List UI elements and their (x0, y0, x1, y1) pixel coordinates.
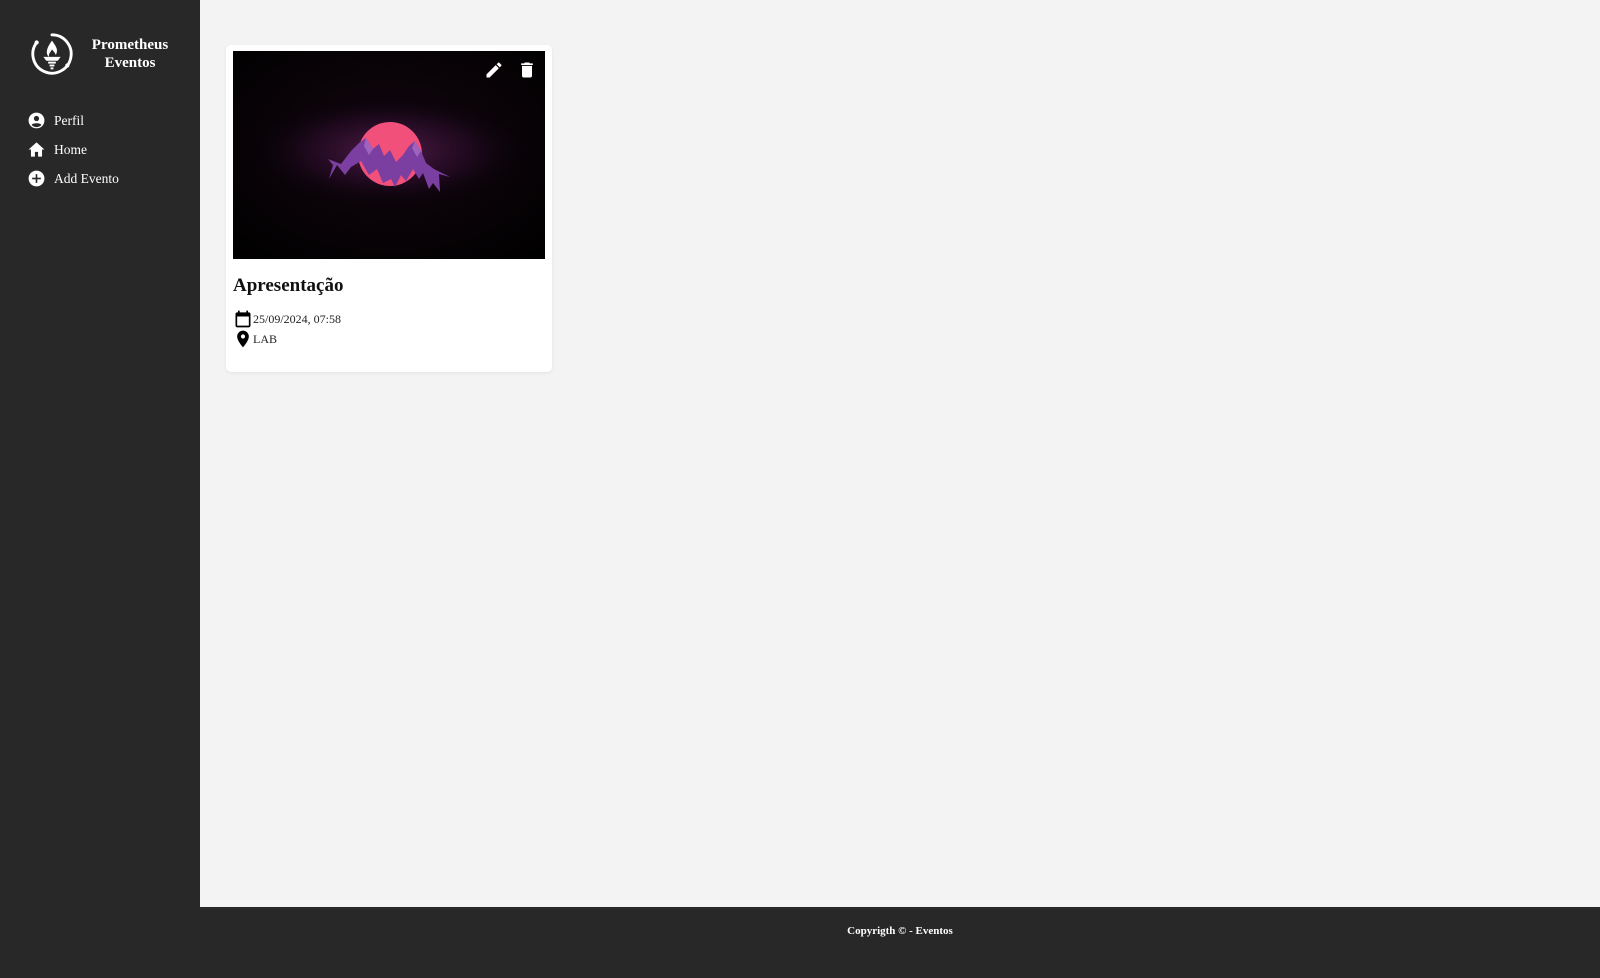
event-location: LAB (253, 331, 277, 346)
add-circle-icon (27, 169, 46, 188)
sidebar-item-label: Add Evento (54, 170, 119, 186)
event-datetime: 25/09/2024, 07:58 (253, 311, 342, 326)
calendar-icon (235, 310, 251, 328)
sidebar: Prometheus Eventos Perfil Home Add Event… (0, 0, 200, 978)
event-title: Apresentação (233, 275, 344, 296)
location-pin-icon (237, 330, 249, 348)
sidebar-nav: Perfil Home Add Evento (27, 106, 119, 193)
mountain-sun-image (233, 51, 545, 259)
event-card[interactable]: Apresentação 25/09/2024, 07:58 LAB (226, 45, 552, 372)
account-circle-icon (27, 111, 46, 130)
brand-name: Prometheus Eventos (85, 36, 175, 72)
brand-name-line1: Prometheus (91, 37, 169, 53)
footer: Copyrigth © - Eventos (200, 907, 1600, 978)
sidebar-item-perfil[interactable]: Perfil (27, 106, 119, 135)
home-icon (27, 140, 46, 159)
event-image (233, 51, 545, 259)
sidebar-item-label: Home (54, 141, 87, 157)
event-location-row: LAB (233, 329, 277, 349)
brand-name-line2: Eventos (104, 55, 156, 71)
delete-icon[interactable] (516, 59, 538, 81)
sidebar-item-add-evento[interactable]: Add Evento (27, 164, 119, 193)
sidebar-item-label: Perfil (54, 112, 84, 128)
main-content: Apresentação 25/09/2024, 07:58 LAB (200, 0, 1600, 907)
edit-icon[interactable] (483, 59, 505, 81)
sidebar-item-home[interactable]: Home (27, 135, 119, 164)
event-date-row: 25/09/2024, 07:58 (233, 309, 341, 329)
copyright-text: Copyrigth © - Eventos (847, 925, 953, 937)
brand[interactable]: Prometheus Eventos (29, 30, 189, 78)
torch-logo-icon (31, 33, 73, 75)
